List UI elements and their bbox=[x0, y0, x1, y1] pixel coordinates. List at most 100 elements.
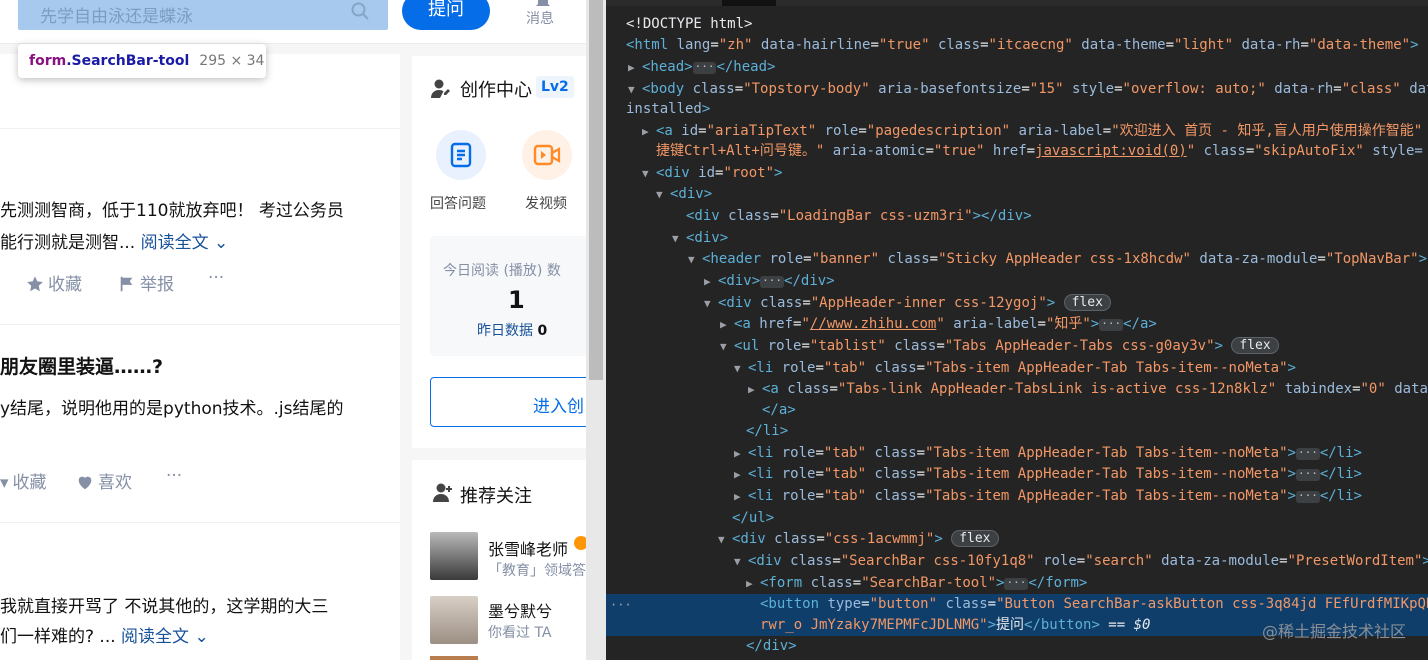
dom-node[interactable]: ▼ <div id="root"> bbox=[606, 163, 1428, 184]
tooltip-tag: form bbox=[29, 53, 67, 69]
add-user-icon bbox=[433, 483, 452, 502]
avatar[interactable] bbox=[430, 596, 478, 644]
feed-item-text: 能行测就是测智... 阅读全文 ⌄ bbox=[0, 228, 228, 253]
feed: 先测测智商，低于110就放弃吧！ 考过公务员 能行测就是测智... 阅读全文 ⌄… bbox=[0, 54, 400, 660]
expand-toggle-icon[interactable]: ▶ bbox=[642, 121, 649, 142]
dom-node-selected[interactable]: <button type="button" class="Button Sear… bbox=[606, 594, 1428, 615]
dom-node[interactable]: </a> bbox=[606, 400, 1428, 421]
chevron-icon: ▾ bbox=[0, 473, 9, 493]
notifications-button[interactable]: 消息 bbox=[520, 0, 564, 34]
yesterday-label: 昨日数据 bbox=[477, 323, 533, 339]
expand-toggle-icon[interactable]: ▶ bbox=[628, 57, 635, 78]
creator-center-card: 创作中心 Lv2 回答问题 发视频 今日阅读 (播放) 数 1 昨日数据 0 进… bbox=[412, 56, 586, 448]
toolbar-tab[interactable] bbox=[722, 0, 776, 6]
user-name[interactable]: 张雪峰老师 bbox=[488, 536, 568, 560]
expand-toggle-icon[interactable]: ▼ bbox=[734, 358, 741, 379]
user-desc: 「教育」领域答 bbox=[488, 563, 586, 579]
more-button[interactable]: ··· bbox=[166, 466, 182, 486]
star-icon bbox=[27, 276, 43, 292]
collect-button[interactable]: 收藏 bbox=[26, 270, 82, 295]
collect-button[interactable]: ▾ 收藏 bbox=[0, 468, 47, 493]
dom-node[interactable]: ▼ <div> bbox=[606, 184, 1428, 205]
page-scrollbar[interactable] bbox=[586, 0, 606, 660]
dom-node[interactable]: ▶ <form class="SearchBar-tool"> ··· </form> bbox=[606, 573, 1428, 594]
more-button[interactable]: ··· bbox=[208, 268, 224, 288]
expand-toggle-icon[interactable]: ▼ bbox=[734, 551, 741, 572]
tooltip-class: .SearchBar-tool bbox=[66, 53, 190, 69]
expand-toggle-icon[interactable]: ▼ bbox=[688, 249, 695, 270]
dom-node[interactable]: ▼ <body class="Topstory-body" aria-basefo… bbox=[606, 79, 1428, 100]
like-button[interactable]: 喜欢 bbox=[76, 468, 132, 493]
dom-node[interactable]: ▶ <div> ··· </div> bbox=[606, 271, 1428, 292]
expand-toggle-icon[interactable]: ▶ bbox=[734, 486, 741, 507]
dom-node[interactable]: ▶ <head> ··· </head> bbox=[606, 57, 1428, 78]
user-name[interactable]: 墨兮默兮 bbox=[488, 598, 552, 622]
dom-node[interactable]: ▼ <li role="tab" class="Tabs-item AppHead… bbox=[606, 358, 1428, 379]
expand-toggle-icon[interactable]: ▶ bbox=[748, 379, 755, 400]
search-input[interactable]: 先学自由泳还是蝶泳 bbox=[40, 2, 193, 27]
expand-toggle-icon[interactable]: ▶ bbox=[734, 464, 741, 485]
dom-node[interactable]: <html lang="zh" data-hairline="true" cla… bbox=[606, 35, 1428, 56]
expand-toggle-icon[interactable]: ▶ bbox=[734, 443, 741, 464]
dom-node[interactable]: ▼ <div> bbox=[606, 228, 1428, 249]
expand-toggle-icon[interactable]: ▶ bbox=[704, 271, 711, 292]
recommend-title: 推荐关注 bbox=[460, 486, 532, 507]
search-icon[interactable] bbox=[350, 1, 370, 21]
dom-node[interactable]: </li> bbox=[606, 421, 1428, 442]
collect-label: 收藏 bbox=[48, 275, 82, 295]
dom-node[interactable]: ▼ <div class="css-1acwmmj"> flex bbox=[606, 529, 1428, 550]
zhihu-page: 先测测智商，低于110就放弃吧！ 考过公务员 能行测就是测智... 阅读全文 ⌄… bbox=[0, 0, 586, 660]
search-bar[interactable]: 先学自由泳还是蝶泳 bbox=[18, 0, 388, 30]
dom-node[interactable]: ▶ <li role="tab" class="Tabs-item AppHead… bbox=[606, 464, 1428, 485]
expand-toggle-icon[interactable]: ▼ bbox=[720, 336, 727, 357]
ask-button[interactable]: 提问 bbox=[402, 0, 490, 30]
read-more-link[interactable]: 阅读全文 ⌄ bbox=[141, 233, 229, 253]
feed-item-text: 先测测智商，低于110就放弃吧！ 考过公务员 bbox=[0, 201, 344, 221]
expand-toggle-icon[interactable]: ▼ bbox=[672, 228, 679, 249]
dom-node[interactable]: ▶ <a href="//www.zhihu.com" aria-label="知… bbox=[606, 314, 1428, 335]
watermark: @稀土掘金技术社区 bbox=[1261, 622, 1406, 641]
devtools-toolbar bbox=[606, 0, 1428, 6]
expand-toggle-icon[interactable]: ▼ bbox=[628, 79, 635, 100]
dom-node[interactable]: ▼ <div class="SearchBar css-10fy1q8" role… bbox=[606, 551, 1428, 572]
expand-toggle-icon[interactable]: ▼ bbox=[704, 293, 711, 314]
dom-node[interactable]: ▶ <a class="Tabs-link AppHeader-TabsLink … bbox=[606, 379, 1428, 400]
dom-node[interactable]: <div class="LoadingBar css-uzm3ri"></div… bbox=[606, 206, 1428, 227]
feed-item-title[interactable]: 朋友圈里装逼……? bbox=[0, 352, 163, 379]
scrollbar-thumb[interactable] bbox=[589, 0, 603, 380]
row-menu-icon[interactable]: ··· bbox=[610, 598, 632, 612]
tooltip-dimensions: 295 × 34 bbox=[199, 53, 265, 69]
feed-item-text-line: 能行测就是测智... bbox=[0, 233, 141, 253]
feed-item-text: 们一样难的? ... 阅读全文 ⌄ bbox=[0, 622, 209, 647]
yesterday-link[interactable]: 昨日数据 0 bbox=[477, 320, 547, 340]
creator-title: 创作中心 bbox=[460, 80, 532, 101]
devtools-elements-panel: <!DOCTYPE html> <html lang="zh" data-hair… bbox=[606, 0, 1428, 660]
post-video-button[interactable] bbox=[522, 130, 572, 180]
dom-node[interactable]: ▶ <li role="tab" class="Tabs-item AppHead… bbox=[606, 486, 1428, 507]
expand-toggle-icon[interactable]: ▶ bbox=[746, 573, 753, 594]
dom-node[interactable]: ▼ <ul role="tablist" class="Tabs AppHeade… bbox=[606, 336, 1428, 357]
dom-node[interactable]: <!DOCTYPE html> bbox=[606, 14, 1428, 35]
user-pen-icon bbox=[431, 79, 450, 98]
dom-node[interactable]: </ul> bbox=[606, 508, 1428, 529]
today-reads-label: 今日阅读 (播放) 数 bbox=[443, 263, 561, 279]
dom-node[interactable]: ▼ <div class="AppHeader-inner css-12ygoj"… bbox=[606, 293, 1428, 314]
report-button[interactable]: 举报 bbox=[118, 270, 174, 295]
expand-toggle-icon[interactable]: ▶ bbox=[720, 314, 727, 335]
dom-node[interactable]: ▶ <li role="tab" class="Tabs-item AppHead… bbox=[606, 443, 1428, 464]
expand-toggle-icon[interactable]: ▼ bbox=[642, 163, 649, 184]
today-reads-value: 1 bbox=[508, 286, 525, 314]
avatar[interactable] bbox=[430, 532, 478, 580]
expand-toggle-icon[interactable]: ▼ bbox=[656, 184, 663, 205]
answer-question-label[interactable]: 回答问题 bbox=[430, 193, 486, 213]
dom-node[interactable]: 捷键Ctrl+Alt+问号键。" aria-atomic="true" href… bbox=[606, 141, 1428, 162]
dom-node[interactable]: installed> bbox=[606, 99, 1428, 120]
dom-node[interactable]: ▼ <header role="banner" class="Sticky App… bbox=[606, 249, 1428, 270]
read-more-link[interactable]: 阅读全文 ⌄ bbox=[121, 627, 209, 647]
expand-toggle-icon[interactable]: ▼ bbox=[718, 529, 725, 550]
dom-node[interactable]: ▶ <a id="ariaTipText" role="pagedescripti… bbox=[606, 121, 1428, 142]
stats-panel: 今日阅读 (播放) 数 1 昨日数据 0 bbox=[430, 236, 586, 356]
enter-creator-button[interactable]: 进入创 bbox=[430, 377, 586, 427]
post-video-label[interactable]: 发视频 bbox=[525, 193, 567, 213]
answer-question-button[interactable] bbox=[436, 130, 486, 180]
